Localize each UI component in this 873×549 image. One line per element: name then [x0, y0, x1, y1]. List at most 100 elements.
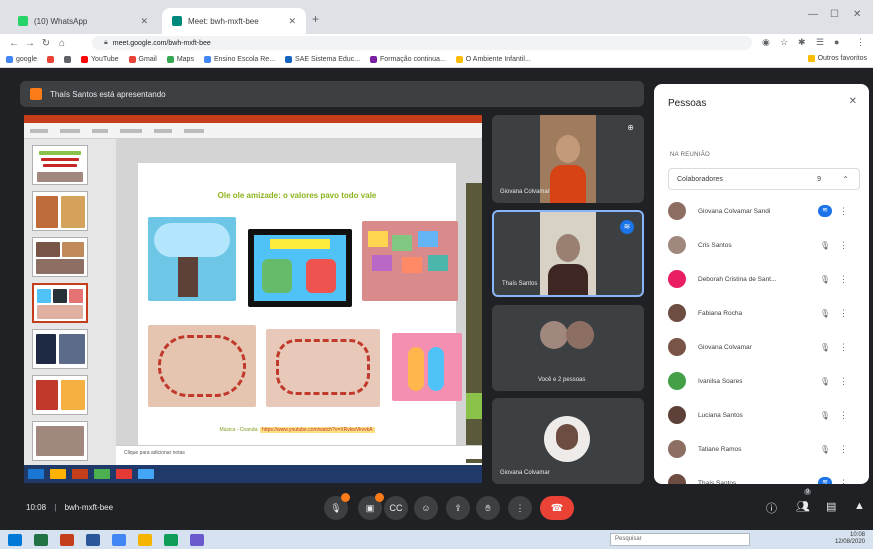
more-icon[interactable]: ⋮: [839, 274, 848, 285]
participant-row[interactable]: Ivanilsa Soares 🎙︎ ⋮: [668, 368, 860, 394]
tab-whatsapp[interactable]: (10) WhatsApp ✕: [8, 8, 158, 34]
chat-icon[interactable]: ▤: [826, 500, 836, 513]
slide-side-panel: [466, 183, 482, 463]
more-options-button[interactable]: ⋮: [508, 496, 532, 520]
home-icon[interactable]: ⌂: [54, 38, 70, 49]
raise-hand-button[interactable]: ✋︎: [476, 496, 500, 520]
chrome-icon[interactable]: [112, 533, 126, 546]
participant-tile[interactable]: Giovana Colvamar: [492, 398, 644, 484]
avatar: [668, 270, 686, 288]
start-icon[interactable]: [8, 533, 22, 546]
people-panel: Pessoas ✕ NA REUNIÃO Colaboradores 9 ⌃ G…: [654, 84, 869, 484]
participant-row[interactable]: Tatiane Ramos 🎙︎ ⋮: [668, 436, 860, 462]
more-icon[interactable]: ⋮: [839, 478, 848, 485]
taskbar-search-input[interactable]: Pesquisar: [610, 533, 750, 546]
more-icon[interactable]: ⋮: [839, 444, 848, 455]
star-icon[interactable]: ☆: [780, 37, 788, 48]
bookmark-item[interactable]: [64, 56, 72, 63]
people-icon[interactable]: 👥︎: [796, 500, 810, 513]
more-icon[interactable]: ⋮: [839, 206, 848, 217]
bookmark-item[interactable]: Formação continua...: [370, 56, 446, 63]
slide-thumbnail-selected: [32, 283, 88, 323]
presenter-text: Thaís Santos está apresentando: [50, 89, 166, 99]
extension-icon[interactable]: ✱: [798, 37, 806, 48]
bookmark-item[interactable]: YouTube: [81, 56, 119, 63]
camera-permission-icon[interactable]: ◉: [762, 37, 770, 48]
bookmark-item[interactable]: [47, 56, 55, 63]
meet-icon: [172, 16, 182, 26]
avatar: [668, 202, 686, 220]
more-icon[interactable]: ⋮: [839, 308, 848, 319]
participant-name: Deborah Cristina de Sant...: [698, 275, 777, 283]
camera-button[interactable]: ▣: [358, 493, 384, 520]
tab-meet[interactable]: Meet: bwh-mxft-bee ✕: [162, 8, 306, 34]
powerpoint-titlebar: [24, 115, 482, 123]
close-icon[interactable]: ✕: [288, 16, 296, 27]
present-button[interactable]: ⇪: [446, 496, 470, 520]
close-icon[interactable]: ✕: [140, 16, 148, 27]
bookmark-label: O Ambiente Infantil...: [465, 56, 531, 63]
participant-row[interactable]: Fabiana Rocha 🎙︎ ⋮: [668, 300, 860, 326]
bookmark-item[interactable]: google: [6, 56, 37, 63]
bookmark-label: YouTube: [91, 56, 119, 63]
participant-row[interactable]: Giovana Colvamar Sandi ≋ ⋮: [668, 198, 860, 224]
participant-row[interactable]: Thaís Santos ≋ ⋮: [668, 470, 860, 484]
bookmark-item[interactable]: Ensino Escola Re...: [203, 56, 276, 63]
other-bookmarks[interactable]: Outros favoritos: [807, 55, 867, 62]
app-icon[interactable]: [190, 533, 204, 546]
explorer-icon[interactable]: [138, 533, 152, 546]
participant-row[interactable]: Luciana Santos 🎙︎ ⋮: [668, 402, 860, 428]
bookmark-item[interactable]: O Ambiente Infantil...: [455, 56, 531, 63]
menu-icon[interactable]: ☰: [816, 37, 824, 48]
word-icon[interactable]: [86, 533, 100, 546]
slide-picture: [392, 333, 462, 401]
activities-icon[interactable]: ▲: [854, 500, 865, 512]
mic-muted-icon: 🎙︎: [819, 444, 830, 454]
mic-button[interactable]: 🎙︎: [324, 493, 350, 520]
hang-up-button[interactable]: ☎︎: [540, 496, 574, 520]
bookmark-icon: [203, 56, 211, 63]
participant-tile[interactable]: ⊕ Giovana Colvamar: [492, 115, 644, 203]
tile-name: Você e 2 pessoas: [538, 377, 586, 383]
participant-row[interactable]: Deborah Cristina de Sant... 🎙︎ ⋮: [668, 266, 860, 292]
meeting-time: 10:08: [26, 503, 47, 512]
participant-tile-active[interactable]: ≋ Thaís Santos: [492, 210, 644, 297]
url-input[interactable]: 🔒︎ meet.google.com/bwh-mxft-bee: [92, 36, 752, 50]
info-icon[interactable]: ⓘ: [766, 500, 777, 516]
pin-icon[interactable]: ⊕: [627, 123, 634, 132]
close-icon[interactable]: ✕: [849, 96, 857, 107]
kebab-menu-icon[interactable]: ⋮: [856, 37, 865, 48]
collaborators-group[interactable]: Colaboradores 9 ⌃: [668, 168, 860, 190]
captions-button[interactable]: CC: [384, 496, 408, 520]
participant-row[interactable]: Cris Santos 🎙︎ ⋮: [668, 232, 860, 258]
bookmark-label: Ensino Escola Re...: [213, 56, 276, 63]
participant-row[interactable]: Giovana Colvamar 🎙︎ ⋮: [668, 334, 860, 360]
bookmark-item[interactable]: SAE Sistema Educ...: [285, 56, 360, 63]
maximize-icon[interactable]: ☐: [830, 9, 839, 20]
profile-icon[interactable]: ●: [834, 37, 839, 47]
new-tab-button[interactable]: +: [312, 12, 319, 26]
more-icon[interactable]: ⋮: [839, 240, 848, 251]
reactions-button[interactable]: ☺: [414, 496, 438, 520]
more-icon[interactable]: ⋮: [839, 410, 848, 421]
more-icon[interactable]: ⋮: [839, 376, 848, 387]
powerpoint-icon[interactable]: [60, 533, 74, 546]
minimize-icon[interactable]: —: [808, 9, 818, 20]
notes-pane: Clique para adicionar notas: [116, 445, 482, 459]
bookmark-icon: [64, 56, 72, 63]
forward-icon[interactable]: →: [22, 38, 38, 49]
bookmark-item[interactable]: Maps: [166, 56, 194, 63]
bookmark-item[interactable]: Gmail: [128, 56, 157, 63]
slide-thumbnail: [32, 375, 88, 415]
back-icon[interactable]: ←: [6, 38, 22, 49]
more-icon[interactable]: ⋮: [839, 342, 848, 353]
close-window-icon[interactable]: ✕: [853, 9, 861, 20]
bookmark-icon: [166, 56, 174, 63]
tile-name: Thaís Santos: [502, 281, 538, 287]
excel-icon[interactable]: [34, 533, 48, 546]
participant-tile[interactable]: Você e 2 pessoas: [492, 305, 644, 391]
reload-icon[interactable]: ↻: [38, 38, 54, 49]
slide-title: Ole ole amizade: o valores pavo todo val…: [217, 191, 377, 200]
chevron-up-icon[interactable]: ⌃: [842, 175, 849, 184]
app-icon[interactable]: [164, 533, 178, 546]
